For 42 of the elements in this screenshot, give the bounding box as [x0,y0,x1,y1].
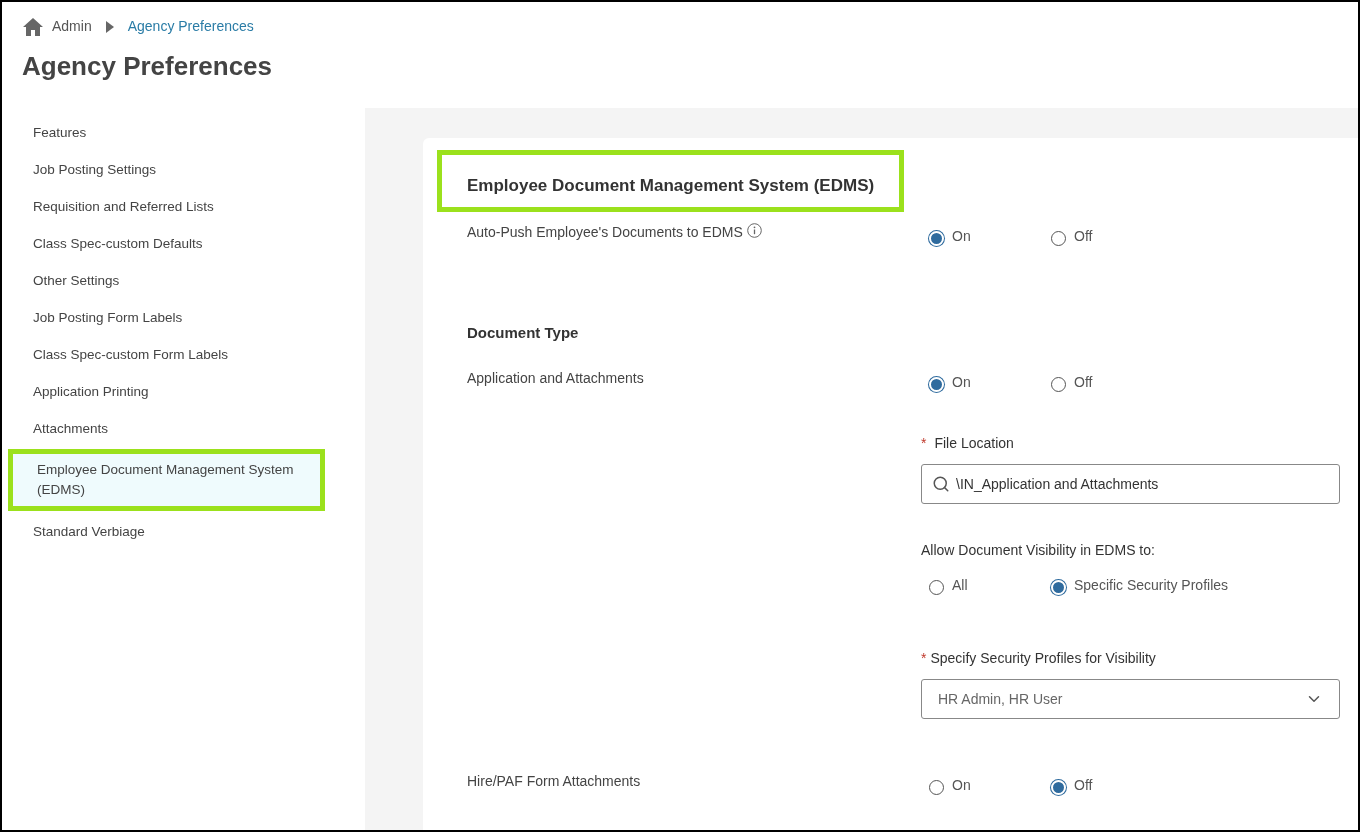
sidebar-item[interactable]: Job Posting Settings [2,151,365,188]
radio-label: On [952,373,971,392]
radio-button[interactable] [1051,230,1066,246]
sidebar-item[interactable]: Application Printing [2,373,365,410]
select-field[interactable]: HR Admin, HR User [921,679,1340,719]
field-label: Specify Security Profiles for Visibility [930,649,1156,668]
sidebar-item[interactable]: Other Settings [2,262,365,299]
sidebar-item[interactable]: Class Spec-custom Defaults [2,225,365,262]
breadcrumb-item[interactable]: Admin [52,16,92,37]
radio-label: Off [1074,226,1093,246]
setting-label: Hire/PAF Form Attachments [467,772,641,791]
field-label: Allow Document Visibility in EDMS to: [921,541,1156,560]
radio-label: Specific Security Profiles [1074,576,1229,595]
info-icon[interactable] [746,222,762,238]
sidebar-item[interactable]: Class Spec-custom Form Labels [2,336,365,373]
radio-label: On [952,226,971,246]
sidebar-item[interactable]: Features [2,114,365,151]
breadcrumb-link[interactable]: Agency Preferences [127,16,254,37]
sidebar-item[interactable]: Employee Document Management System (EDMS) [8,449,325,511]
breadcrumb-arrow-icon [105,20,114,33]
radio-label: On [952,776,971,795]
radio-label: Off [1074,373,1093,392]
setting-label: Auto-Push Employee's Documents to EDMS [467,222,743,242]
sidebar-item[interactable]: Requisition and Referred Lists [2,188,365,225]
search-icon [932,475,950,493]
page-title: Agency Preferences [22,50,274,83]
sidebar-item[interactable]: Attachments [2,410,365,447]
section-title: Employee Document Management System (EDMS) [437,150,905,212]
radio-button[interactable] [929,780,944,795]
radio-label: All [952,576,968,595]
field-label: File Location [934,434,1014,453]
home-icon[interactable] [22,16,44,37]
radio-label: Off [1074,776,1093,795]
sidebar-item[interactable]: Job Posting Form Labels [2,299,365,336]
search-field[interactable]: \IN_Application and Attachments [921,464,1340,504]
radio-button[interactable] [929,580,944,595]
radio-button[interactable] [1051,377,1066,392]
sidebar-item[interactable]: Standard Verbiage [2,513,365,550]
required-asterisk: * [921,434,927,453]
setting-label: Application and Attachments [467,369,644,388]
required-asterisk: * [921,649,927,668]
subsection-heading: Document Type [467,322,580,343]
